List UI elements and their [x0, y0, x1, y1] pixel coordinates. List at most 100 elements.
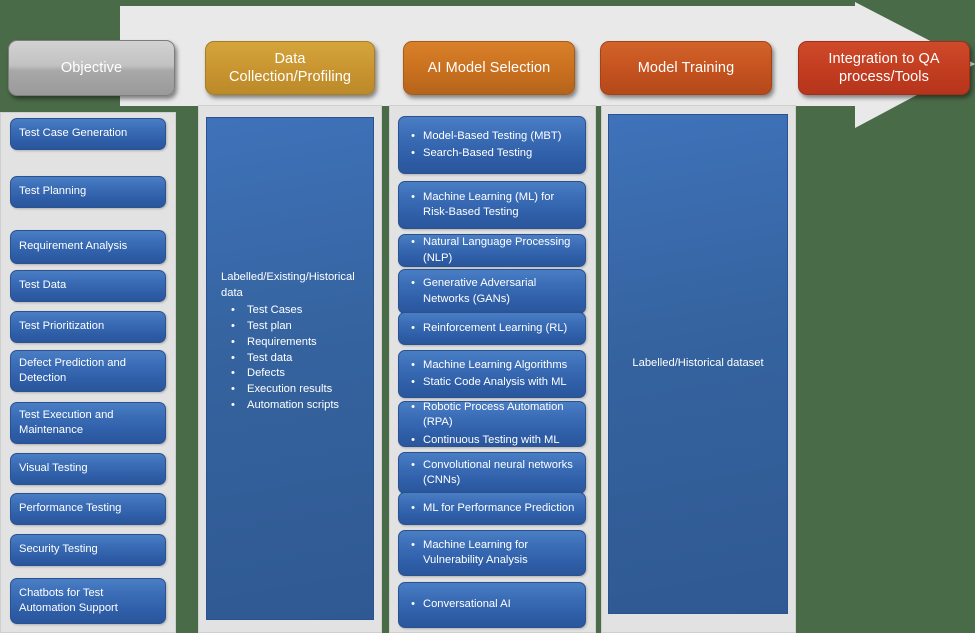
- ai-model-card-content: • Generative Adversarial Networks (GANs): [399, 276, 585, 306]
- ai-model-bullet-label: Conversational AI: [423, 598, 511, 611]
- objective-card-label: Test Prioritization: [19, 320, 105, 333]
- ai-model-bullet-row: • Machine Learning Algorithms: [409, 358, 577, 373]
- data-collection-list-item-label: Execution results: [247, 383, 333, 396]
- ai-model-bullet-label: Convolutional neural networks (CNNs): [423, 458, 573, 486]
- ai-model-card[interactable]: • Machine Learning for Vulnerability Anal…: [398, 530, 586, 576]
- data-collection-list-item-label: Test plan: [247, 319, 292, 332]
- data-collection-list-item: • Test plan: [221, 319, 363, 335]
- data-collection-list-item: • Test data: [221, 351, 363, 367]
- bullet-icon: •: [411, 433, 415, 446]
- bullet-icon: •: [231, 303, 235, 316]
- bullet-icon: •: [231, 351, 235, 364]
- data-collection-headline: Labelled/Existing/Historical data: [221, 271, 355, 299]
- data-collection-list-item-label: Automation scripts: [247, 399, 340, 412]
- objective-card-label: Security Testing: [19, 543, 98, 556]
- stage-chip-label: AI Model Selection: [427, 59, 551, 76]
- bullet-icon: •: [411, 321, 415, 334]
- data-collection-list-item-label: Defects: [247, 367, 285, 380]
- data-collection-list-item: • Requirements: [221, 335, 363, 351]
- bullet-icon: •: [411, 538, 415, 551]
- ai-model-card-content: • Machine Learning for Vulnerability Anal…: [399, 538, 585, 568]
- stage-chip-data-collection[interactable]: Data Collection/Profiling: [205, 41, 375, 95]
- ai-model-card-content: • Machine Learning Algorithms • Static Code…: [399, 358, 585, 390]
- bullet-icon: •: [411, 501, 415, 514]
- ai-model-card-content: • Reinforcement Learning (RL): [399, 321, 585, 336]
- ai-model-bullet-label: Reinforcement Learning (RL): [423, 321, 568, 334]
- objective-card[interactable]: Test Case Generation: [10, 118, 166, 150]
- ai-model-bullet-row: • ML for Performance Prediction: [409, 501, 577, 516]
- ai-model-card-content: • Convolutional neural networks (CNNs): [399, 458, 585, 488]
- ai-model-card[interactable]: • Convolutional neural networks (CNNs): [398, 452, 586, 494]
- data-collection-list-item-label: Requirements: [247, 335, 317, 348]
- stage-chip-integration-qa[interactable]: Integration to QA process/Tools: [798, 41, 970, 95]
- bullet-icon: •: [231, 399, 235, 412]
- data-collection-list-item: • Automation scripts: [221, 398, 363, 414]
- bullet-icon: •: [411, 358, 415, 371]
- ai-model-bullet-label: Search-Based Testing: [423, 147, 533, 159]
- bullet-icon: •: [231, 367, 235, 380]
- stage-chip-label: Integration to QA process/Tools: [828, 50, 940, 85]
- ai-model-bullet-row: • Machine Learning (ML) for Risk-Based Te…: [409, 190, 577, 220]
- objective-card[interactable]: Performance Testing: [10, 493, 166, 525]
- bullet-icon: •: [411, 376, 415, 388]
- bullet-icon: •: [411, 190, 415, 203]
- ai-model-bullet-row: • Conversational AI: [409, 597, 577, 612]
- bullet-icon: •: [411, 401, 415, 414]
- bullet-icon: •: [411, 277, 415, 290]
- objective-card-label: Performance Testing: [19, 502, 122, 515]
- ai-model-bullet-label: Machine Learning Algorithms: [423, 358, 568, 371]
- ai-model-card[interactable]: • Natural Language Processing (NLP): [398, 234, 586, 267]
- ai-model-bullet-row: • Model-Based Testing (MBT): [409, 129, 577, 144]
- ai-model-bullet-row: • Robotic Process Automation (RPA): [409, 400, 577, 430]
- ai-model-card[interactable]: • Generative Adversarial Networks (GANs): [398, 269, 586, 314]
- objective-card-label: Defect Prediction and Detection: [19, 356, 126, 384]
- objective-card[interactable]: Defect Prediction and Detection: [10, 350, 166, 392]
- ai-model-card[interactable]: • Machine Learning Algorithms • Static Code…: [398, 350, 586, 398]
- ai-model-card[interactable]: • Machine Learning (ML) for Risk-Based Te…: [398, 181, 586, 229]
- ai-model-bullet-row: • Continuous Testing with ML: [409, 433, 577, 448]
- stage-chip-model-training[interactable]: Model Training: [600, 41, 772, 95]
- data-collection-list-item: • Defects: [221, 366, 363, 382]
- ai-model-bullet-row: • Natural Language Processing (NLP): [409, 235, 577, 265]
- stage-chip-ai-model-selection[interactable]: AI Model Selection: [403, 41, 575, 95]
- data-collection-content: Labelled/Existing/Historical data • Test …: [221, 270, 363, 414]
- ai-model-bullet-row: • Convolutional neural networks (CNNs): [409, 458, 577, 488]
- bullet-icon: •: [411, 129, 415, 142]
- ai-model-card-content: • Machine Learning (ML) for Risk-Based Te…: [399, 190, 585, 220]
- bullet-icon: •: [411, 598, 415, 611]
- stage-chip-objective[interactable]: Objective: [8, 40, 175, 96]
- objective-card[interactable]: Security Testing: [10, 534, 166, 566]
- objective-card[interactable]: Test Planning: [10, 176, 166, 208]
- data-collection-list-item: • Execution results: [221, 382, 363, 398]
- data-collection-list: • Test Cases • Test plan • Requirements • Test …: [221, 303, 363, 414]
- objective-card-label: Requirement Analysis: [19, 240, 128, 253]
- ai-model-bullet-label: Static Code Analysis with ML: [423, 376, 567, 388]
- model-training-label: Labelled/Historical dataset: [632, 357, 764, 370]
- ai-model-card[interactable]: • Model-Based Testing (MBT) • Search-Based …: [398, 116, 586, 174]
- ai-model-bullet-row: • Reinforcement Learning (RL): [409, 321, 577, 336]
- ai-model-card-content: • Robotic Process Automation (RPA) • Contin…: [399, 400, 585, 447]
- ai-model-bullet-row: • Search-Based Testing: [409, 146, 577, 161]
- ai-model-card[interactable]: • Reinforcement Learning (RL): [398, 312, 586, 345]
- objective-card-label: Chatbots for Test Automation Support: [19, 586, 118, 614]
- ai-model-card-content: • Model-Based Testing (MBT) • Search-Based …: [399, 129, 585, 161]
- objective-card[interactable]: Test Execution and Maintenance: [10, 402, 166, 444]
- data-collection-list-item-label: Test data: [247, 351, 293, 364]
- ai-model-bullet-label: Machine Learning for Vulnerability Analy…: [423, 538, 529, 566]
- data-collection-list-item-label: Test Cases: [247, 303, 303, 316]
- objective-card[interactable]: Test Data: [10, 270, 166, 302]
- ai-model-card[interactable]: • ML for Performance Prediction: [398, 492, 586, 525]
- stage-chip-label: Model Training: [637, 59, 735, 76]
- ai-model-card[interactable]: • Conversational AI: [398, 582, 586, 628]
- bullet-icon: •: [411, 236, 415, 249]
- objective-card[interactable]: Requirement Analysis: [10, 230, 166, 264]
- ai-model-card[interactable]: • Robotic Process Automation (RPA) • Contin…: [398, 401, 586, 447]
- ai-model-card-content: • Natural Language Processing (NLP): [399, 235, 585, 265]
- objective-card[interactable]: Test Prioritization: [10, 311, 166, 343]
- ai-model-bullet-label: Machine Learning (ML) for Risk-Based Tes…: [423, 190, 555, 218]
- ai-model-bullet-label: Generative Adversarial Networks (GANs): [423, 277, 537, 305]
- bullet-icon: •: [231, 383, 235, 396]
- objective-card[interactable]: Visual Testing: [10, 453, 166, 485]
- objective-card[interactable]: Chatbots for Test Automation Support: [10, 578, 166, 624]
- ai-model-bullet-label: Robotic Process Automation (RPA): [423, 401, 564, 429]
